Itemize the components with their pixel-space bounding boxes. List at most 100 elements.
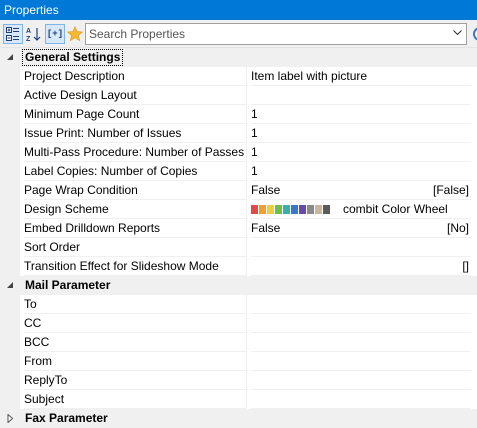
property-row[interactable]: Project Description Item label with pictu… [0,67,477,86]
column-divider[interactable] [246,314,247,333]
category-label: Fax Parameter [25,411,108,425]
property-row[interactable]: To [0,295,477,314]
categorized-view-button[interactable] [3,24,23,44]
property-row[interactable]: Sort Order [0,238,477,257]
column-divider[interactable] [246,333,247,352]
property-value-cell[interactable] [251,352,471,371]
search-go-button[interactable] [471,24,477,44]
color-scheme-swatches [251,205,331,214]
property-value-cell[interactable]: 1 [251,162,471,181]
column-divider[interactable] [246,219,247,238]
property-value-cell[interactable] [251,257,471,276]
window-title: Properties [4,3,59,17]
row-gutter [0,124,20,143]
property-value-cell[interactable] [251,86,471,105]
expanded-arrow-icon[interactable] [6,281,15,290]
property-row[interactable]: Page Wrap Condition False [False] [0,181,477,200]
property-value-cell[interactable]: 1 [251,124,471,143]
category-row[interactable]: Fax Parameter [0,409,477,428]
column-divider[interactable] [246,390,247,409]
column-divider[interactable] [246,162,247,181]
column-divider[interactable] [246,352,247,371]
categorized-view-icon [6,27,19,41]
property-formula-badge[interactable]: [No] [447,219,469,238]
search-input[interactable] [89,25,439,43]
property-value-cell[interactable]: 1 [251,105,471,124]
property-formula-badge[interactable]: [] [462,257,469,276]
row-gutter [0,200,20,219]
favorites-button[interactable] [65,24,85,44]
property-value: False [251,183,281,197]
expanded-arrow-icon[interactable] [6,53,15,62]
property-value-cell[interactable]: Item label with picture [251,67,471,86]
property-name: Project Description [24,67,246,86]
category-row[interactable]: General Settings [0,48,477,67]
property-row[interactable]: Issue Print: Number of Issues 1 [0,124,477,143]
row-gutter [0,67,20,86]
property-value: Item label with picture [251,69,368,83]
property-formula-badge[interactable]: [False] [433,181,469,200]
column-divider[interactable] [246,124,247,143]
property-row[interactable]: Subject [0,390,477,409]
category-row[interactable]: Mail Parameter [0,276,477,295]
search-go-icon [473,27,477,41]
column-divider[interactable] [246,257,247,276]
property-value-cell[interactable]: False [251,219,471,238]
row-gutter [0,86,20,105]
color-swatch [259,205,266,214]
property-value-cell[interactable] [251,238,471,257]
property-row[interactable]: BCC [0,333,477,352]
property-row[interactable]: Multi-Pass Procedure: Number of Passes 1 [0,143,477,162]
row-gutter [0,371,20,390]
color-swatch [275,205,282,214]
property-name: Design Scheme [24,200,246,219]
column-divider[interactable] [246,181,247,200]
properties-toolbar: A Z [+] [0,20,477,48]
property-name: Label Copies: Number of Copies [24,162,246,181]
svg-text:A: A [26,28,31,35]
property-value-cell[interactable] [251,371,471,390]
property-grid: General Settings Project Description Item … [0,48,477,428]
property-row[interactable]: ReplyTo [0,371,477,390]
column-divider[interactable] [246,238,247,257]
row-gutter [0,314,20,333]
column-divider[interactable] [246,86,247,105]
sort-alphabetical-button[interactable]: A Z [24,24,44,44]
category-label: General Settings [21,49,124,66]
color-swatch [299,205,306,214]
property-value-cell[interactable]: 1 [251,143,471,162]
row-gutter [0,219,20,238]
column-divider[interactable] [246,295,247,314]
row-gutter [0,105,20,124]
expression-mode-button[interactable]: [+] [45,24,65,44]
collapsed-arrow-icon[interactable] [6,414,15,423]
color-swatch [323,205,330,214]
search-box [85,23,467,45]
property-row[interactable]: Design Scheme combit Color Wheel [0,200,477,219]
property-value-cell[interactable] [251,314,471,333]
column-divider[interactable] [246,200,247,219]
property-row[interactable]: CC [0,314,477,333]
property-value-cell[interactable] [251,295,471,314]
property-row[interactable]: Embed Drilldown Reports False [No] [0,219,477,238]
property-row[interactable]: Transition Effect for Slideshow Mode [] [0,257,477,276]
property-value: 1 [251,126,258,140]
property-row[interactable]: Minimum Page Count 1 [0,105,477,124]
chevron-down-icon[interactable] [453,30,462,36]
column-divider[interactable] [246,143,247,162]
property-name: CC [24,314,246,333]
row-gutter [0,181,20,200]
column-divider[interactable] [246,67,247,86]
property-value[interactable]: combit Color Wheel [343,200,448,219]
properties-title-bar: Properties [0,0,477,20]
property-name: Issue Print: Number of Issues [24,124,246,143]
property-row[interactable]: From [0,352,477,371]
category-label: Mail Parameter [25,278,111,292]
property-value-cell[interactable] [251,390,471,409]
property-row[interactable]: Active Design Layout [0,86,477,105]
property-value: 1 [251,164,258,178]
column-divider[interactable] [246,371,247,390]
property-value-cell[interactable] [251,333,471,352]
column-divider[interactable] [246,105,247,124]
property-row[interactable]: Label Copies: Number of Copies 1 [0,162,477,181]
